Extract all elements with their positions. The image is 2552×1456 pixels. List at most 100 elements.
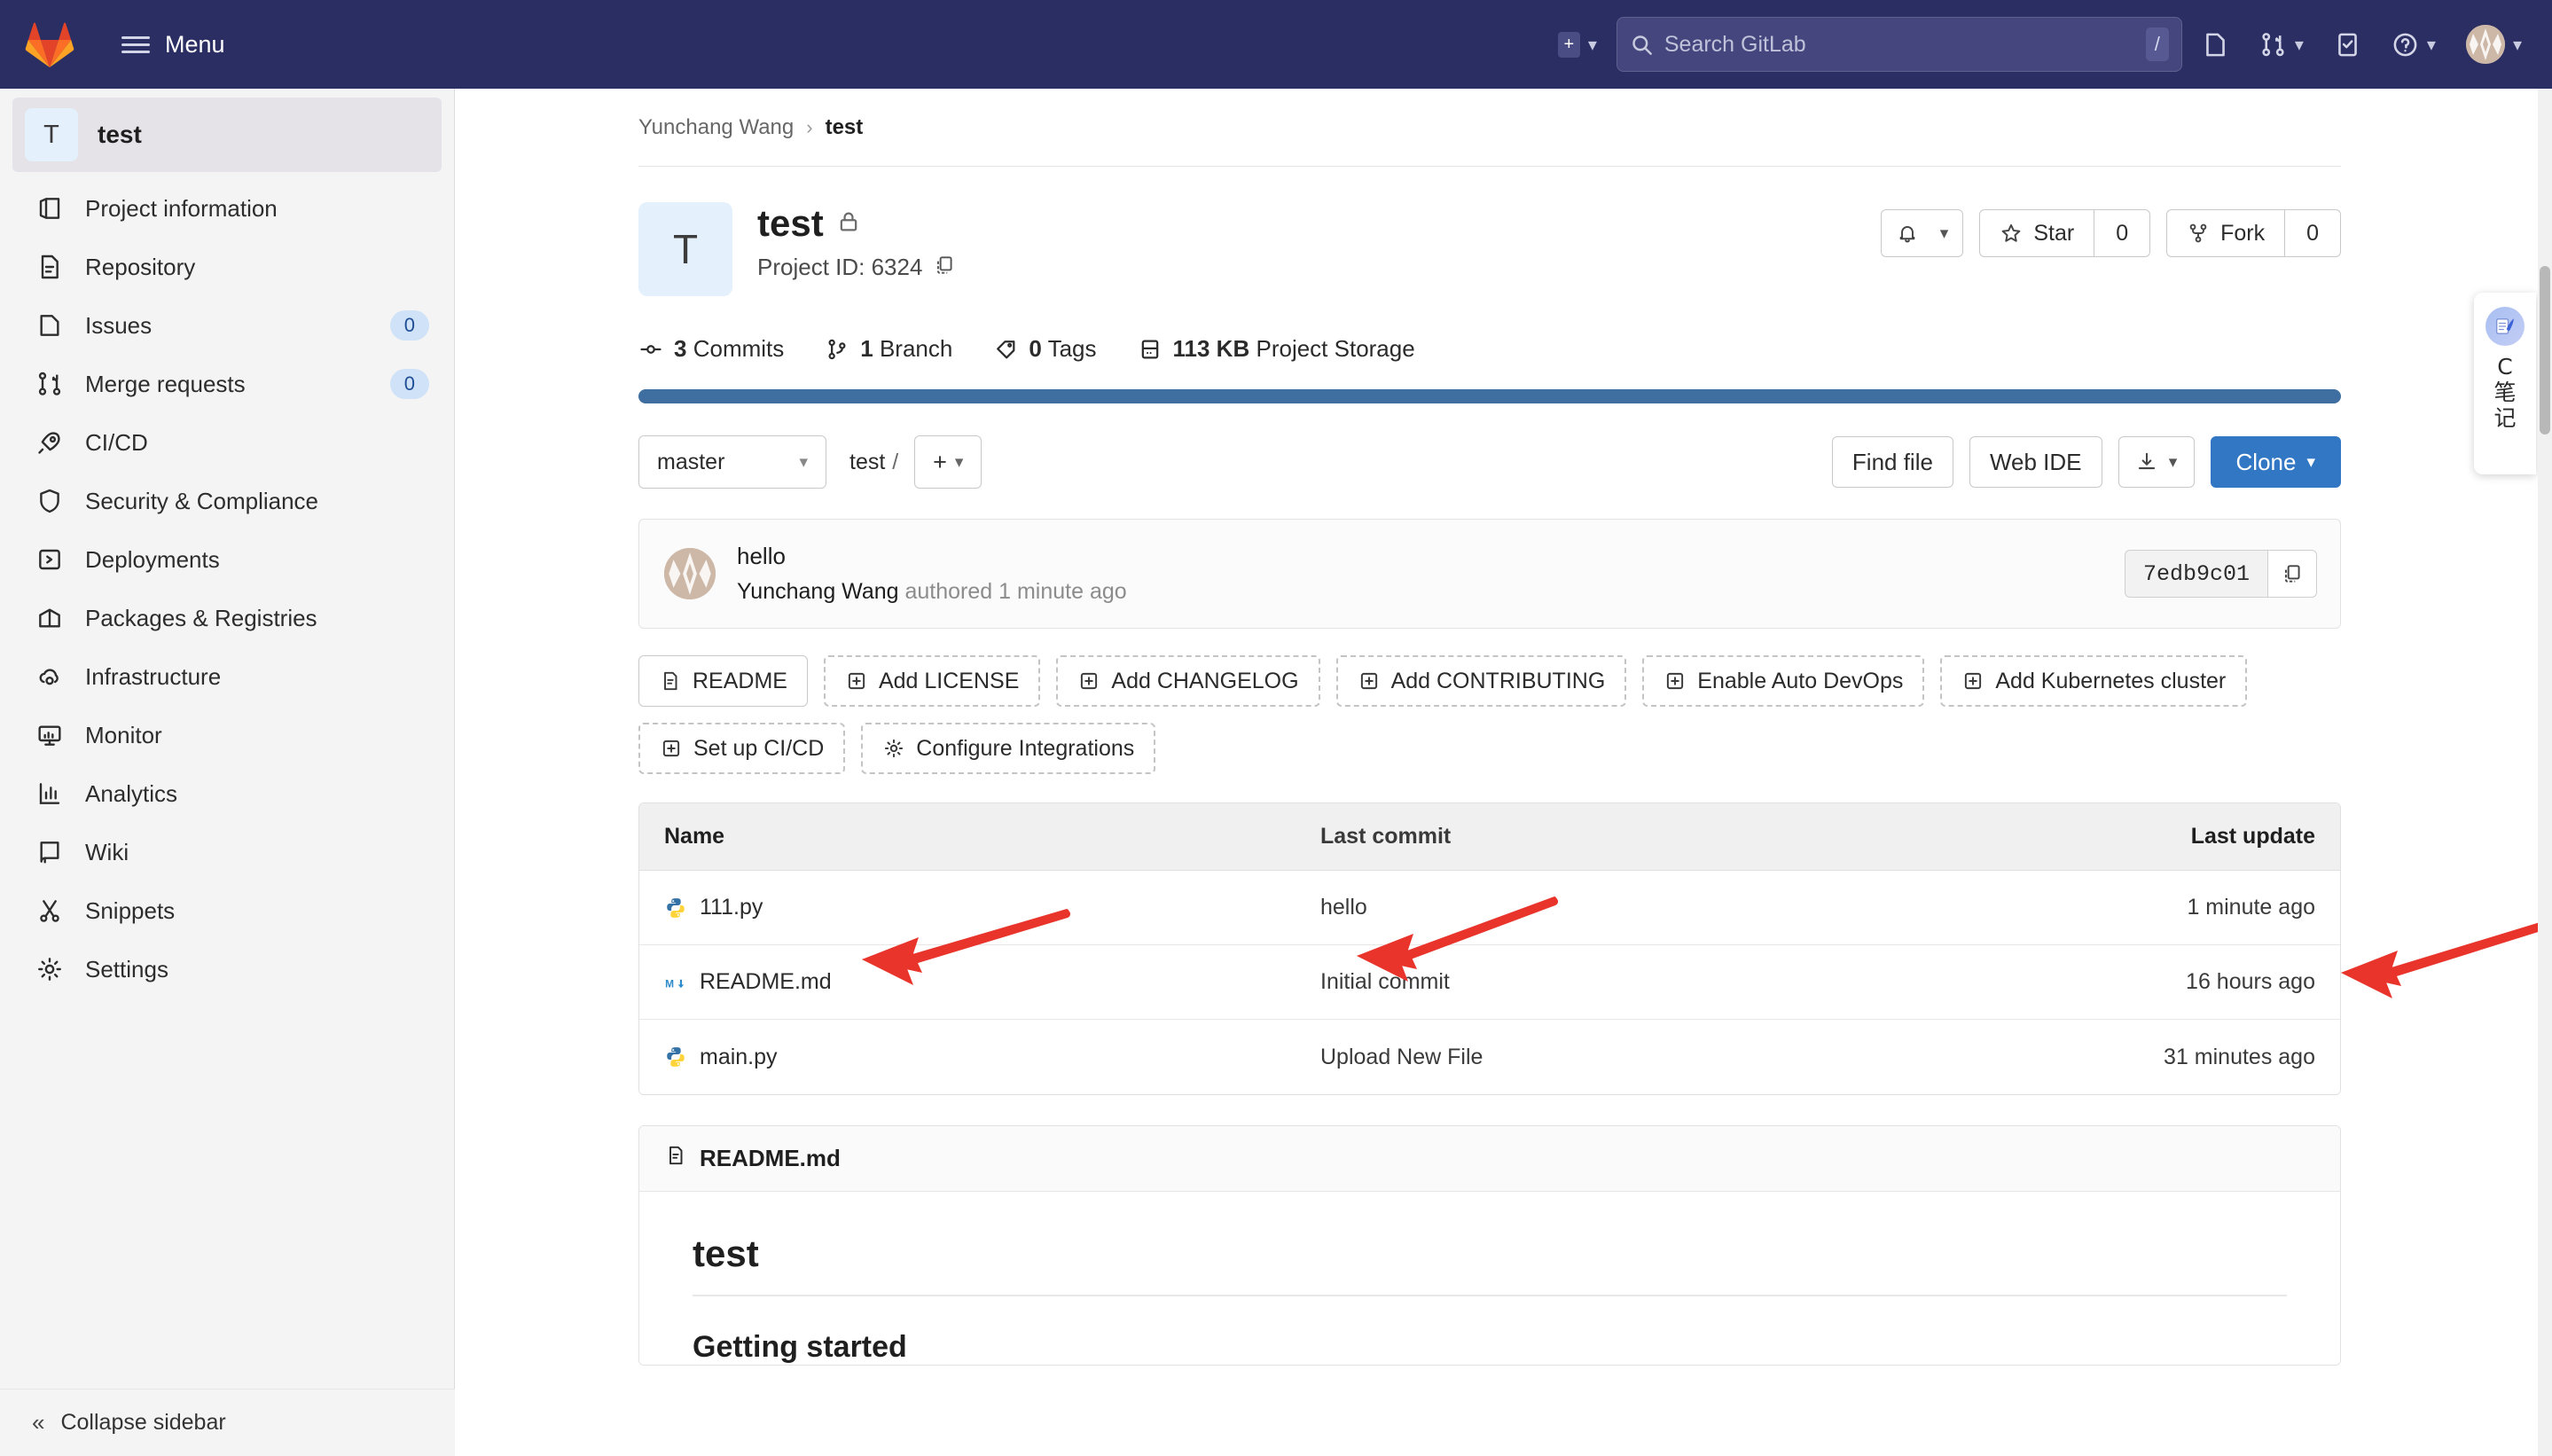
chevron-down-icon: ▾ [2169,452,2178,473]
star-button[interactable]: Star [1979,209,2094,257]
language-bar[interactable] [638,389,2341,403]
stat-storage[interactable]: 113 KB Project Storage [1138,335,1415,363]
todos-nav-button[interactable] [2334,31,2361,59]
file-name[interactable]: main.py [700,1045,778,1070]
quick-action-add-contributing[interactable]: Add CONTRIBUTING [1336,655,1627,707]
sidebar-item-label: Packages & Registries [85,605,429,632]
quick-action-set-up-ci-cd[interactable]: Set up CI/CD [638,723,845,774]
quick-action-configure-integrations[interactable]: Configure Integrations [861,723,1155,774]
branch-selector[interactable]: master ▾ [638,435,826,489]
stat-branches[interactable]: 1 Branch [825,335,952,363]
plus-square-icon [845,669,868,693]
quick-action-label: Add Kubernetes cluster [1995,669,2226,694]
sidebar-item-settings[interactable]: Settings [0,940,454,998]
fork-button[interactable]: Fork [2166,209,2285,257]
path-separator: / [892,450,898,474]
file-last-commit-cell: hello [1296,895,2056,920]
sidebar-item-merge-requests[interactable]: Merge requests 0 [0,355,454,413]
collapse-sidebar-button[interactable]: « Collapse sidebar [0,1389,455,1456]
help-menu-button[interactable]: ▾ [2392,31,2436,59]
add-to-repository-button[interactable]: + ▾ [914,435,982,489]
chevron-down-icon: ▾ [2306,452,2315,473]
create-new-button[interactable]: + ▾ [1558,32,1597,58]
sidebar-item-repository[interactable]: Repository [0,238,454,296]
repository-toolbar-actions: Find file Web IDE ▾ Clone ▾ [1832,436,2341,488]
sidebar-item-deployments[interactable]: Deployments [0,530,454,589]
readme-card: README.md test Getting started [638,1125,2341,1366]
copy-to-clipboard-icon[interactable] [933,254,956,281]
issues-nav-button[interactable] [2202,31,2229,59]
quick-action-label: README [693,669,787,694]
sidebar-item-snippets[interactable]: Snippets [0,881,454,940]
user-menu-button[interactable]: ▾ [2466,25,2522,64]
table-row[interactable]: 111.py hello 1 minute ago [639,871,2340,945]
clone-button[interactable]: Clone ▾ [2211,436,2341,488]
commit-author[interactable]: Yunchang Wang [737,579,899,604]
file-last-commit[interactable]: hello [1320,895,1367,920]
path-segment-root[interactable]: test [849,450,885,474]
table-row[interactable]: main.py Upload New File 31 minutes ago [639,1020,2340,1094]
repository-path: test / [849,450,898,475]
sidebar-item-ci-cd[interactable]: CI/CD [0,413,454,472]
main-menu-button[interactable]: Menu [113,24,234,66]
sidebar-item-analytics[interactable]: Analytics [0,764,454,823]
commit-title[interactable]: hello [737,543,1127,570]
gitlab-logo-icon[interactable] [25,21,74,67]
issues-icon [2202,31,2229,59]
stat-value: 3 [674,335,686,362]
commit-sha-group: 7edb9c01 [2125,550,2317,598]
commit-time: authored 1 minute ago [899,579,1127,604]
notes-widget-label: C 笔 记 [2493,355,2516,431]
column-header-name: Name [639,824,1296,849]
avatar[interactable] [664,548,716,599]
sidebar-item-label: Analytics [85,780,429,808]
column-header-last-update: Last update [2056,824,2340,849]
copy-to-clipboard-icon[interactable] [2267,550,2317,598]
chevron-down-icon: ▾ [1588,34,1597,56]
chart-bar-icon [35,779,64,808]
download-source-button[interactable]: ▾ [2118,436,2195,488]
quick-action-readme[interactable]: README [638,655,808,707]
sidebar-item-wiki[interactable]: Wiki [0,823,454,881]
breadcrumb-owner[interactable]: Yunchang Wang [638,115,794,140]
web-ide-button[interactable]: Web IDE [1969,436,2102,488]
page-scrollbar-thumb[interactable] [2540,266,2550,434]
plus-square-icon [1663,669,1687,693]
branch-icon [825,337,849,362]
file-last-commit[interactable]: Upload New File [1320,1045,1483,1069]
merge-requests-nav-button[interactable]: ▾ [2259,31,2304,59]
file-name[interactable]: 111.py [700,895,763,920]
file-name[interactable]: README.md [700,969,832,995]
fork-count[interactable]: 0 [2285,209,2341,257]
search-input[interactable]: Search GitLab / [1617,17,2182,72]
commit-meta: Yunchang Wang authored 1 minute ago [737,579,1127,605]
file-last-commit[interactable]: Initial commit [1320,969,1450,994]
quick-action-add-license[interactable]: Add LICENSE [824,655,1040,707]
table-row[interactable]: M README.md Initial commit 16 hours ago [639,945,2340,1020]
file-last-update: 31 minutes ago [2056,1045,2340,1070]
sidebar-item-security-compliance[interactable]: Security & Compliance [0,472,454,530]
deployments-icon [35,545,64,574]
notifications-button[interactable]: ▾ [1881,209,1964,257]
notes-extension-widget[interactable]: C 笔 记 [2474,293,2536,474]
sidebar-project-header[interactable]: T test [12,98,442,172]
quick-action-enable-auto-devops[interactable]: Enable Auto DevOps [1642,655,1924,707]
help-circle-icon [2392,31,2419,59]
clone-label: Clone [2236,449,2297,476]
sidebar-item-monitor[interactable]: Monitor [0,706,454,764]
sidebar-item-project-information[interactable]: Project information [0,179,454,238]
breadcrumb-project[interactable]: test [826,115,864,140]
stat-tags[interactable]: 0 Tags [993,335,1096,363]
sidebar-item-packages-registries[interactable]: Packages & Registries [0,589,454,647]
stat-commits[interactable]: 3 Commits [638,335,784,363]
readme-filename[interactable]: README.md [700,1145,841,1172]
find-file-button[interactable]: Find file [1832,436,1953,488]
quick-action-add-changelog[interactable]: Add CHANGELOG [1056,655,1319,707]
sidebar-item-infrastructure[interactable]: Infrastructure [0,647,454,706]
sidebar-item-issues[interactable]: Issues 0 [0,296,454,355]
file-last-commit-cell: Initial commit [1296,969,2056,995]
quick-action-add-kubernetes-cluster[interactable]: Add Kubernetes cluster [1940,655,2247,707]
collapse-sidebar-label: Collapse sidebar [60,1410,225,1436]
star-count[interactable]: 0 [2094,209,2150,257]
commit-sha[interactable]: 7edb9c01 [2125,550,2267,598]
